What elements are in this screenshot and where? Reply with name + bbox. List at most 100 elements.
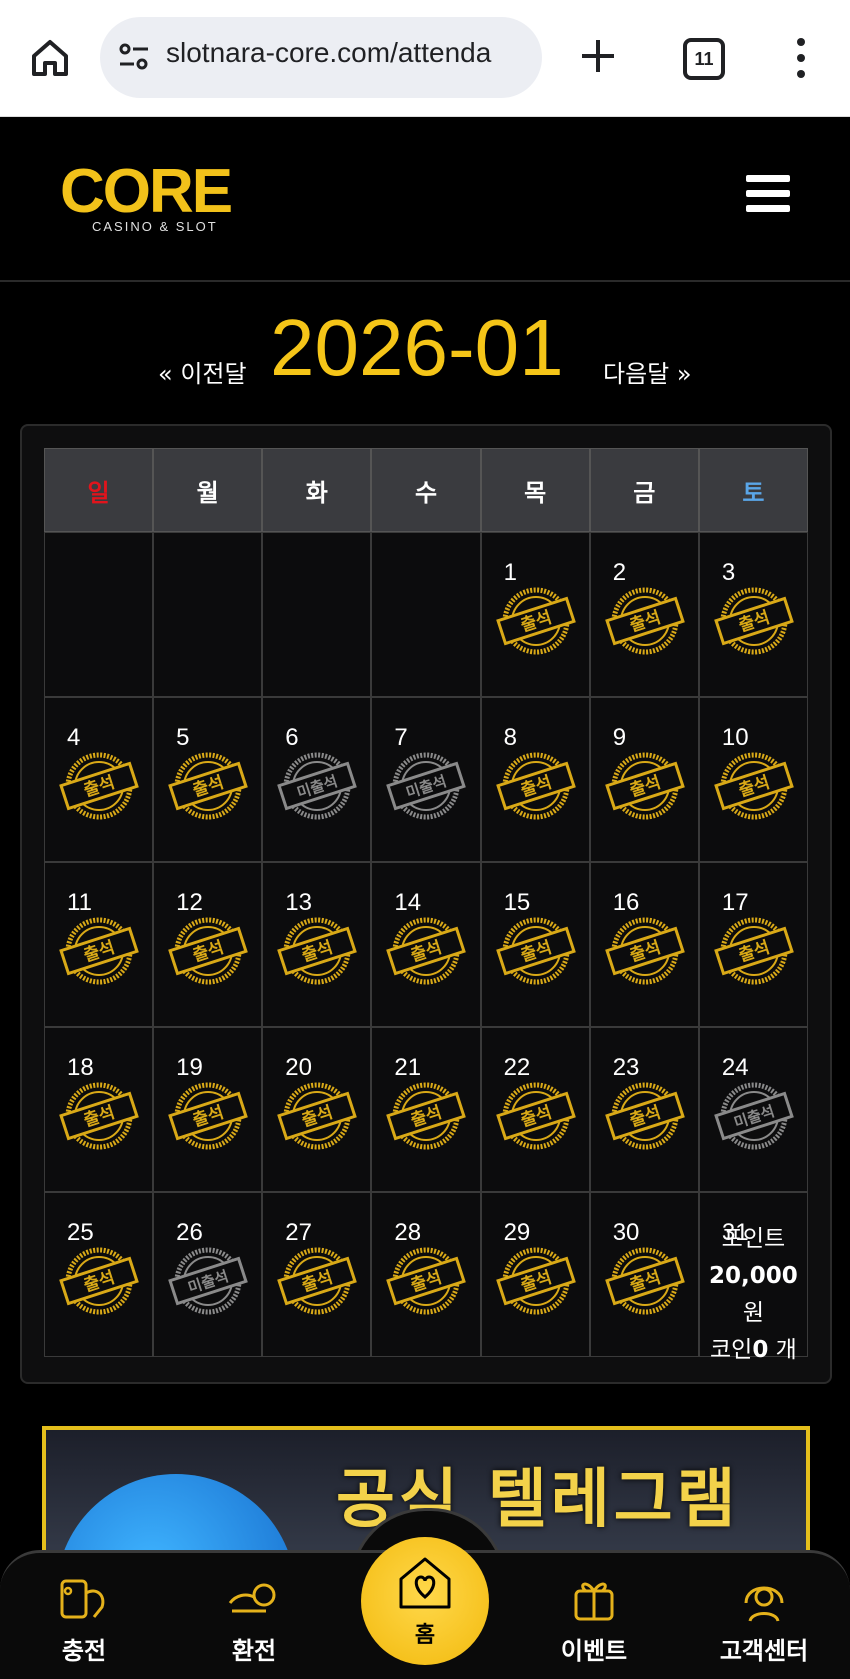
- coin-value: 0: [752, 1337, 769, 1363]
- more-menu-icon[interactable]: [786, 36, 816, 80]
- week-row: 4 출석 5 출석 6 미출석 7 미출석 8 출석 9 출석 10 출석: [44, 697, 808, 862]
- attended-stamp-icon: 출석: [59, 917, 139, 985]
- day-cell: 26 미출석: [153, 1192, 263, 1357]
- nav-home-button[interactable]: 홈: [361, 1537, 489, 1665]
- core-logo[interactable]: CORE CASINO & SLOT: [60, 157, 260, 247]
- home-icon[interactable]: [26, 34, 74, 82]
- missed-stamp-icon: 미출석: [714, 1082, 794, 1150]
- day-cell: 18 출석: [44, 1027, 154, 1192]
- day-cell: 14 출석: [371, 862, 481, 1027]
- hamburger-menu-icon[interactable]: [746, 175, 790, 215]
- point-label: 포인트: [721, 1226, 786, 1252]
- attended-stamp-icon: 출석: [168, 752, 248, 820]
- point-value: 20,000: [709, 1263, 798, 1289]
- weekday-thursday: 목: [480, 448, 590, 532]
- weekday-saturday: 토: [698, 448, 808, 532]
- site-settings-icon[interactable]: [116, 39, 152, 75]
- attended-stamp-icon: 출석: [495, 752, 576, 820]
- attended-stamp-icon: 출석: [604, 1082, 685, 1150]
- weekday-tuesday: 화: [262, 448, 372, 532]
- next-month-link[interactable]: 다음달 »: [603, 354, 692, 389]
- url-text: slotnara-core.com/attenda: [166, 37, 492, 68]
- prev-month-link[interactable]: « 이전달: [158, 354, 247, 389]
- week-row: 25 출석 26 미출석 27 출석 28 출석 29 출석 30 출석 31 …: [44, 1192, 808, 1363]
- day-cell: 23 출석: [589, 1027, 699, 1192]
- point-unit: 원: [742, 1300, 764, 1326]
- day-cell: 15 출석: [480, 862, 590, 1027]
- attended-stamp-icon: 출석: [386, 1082, 467, 1150]
- nav-withdraw[interactable]: 환전: [194, 1573, 314, 1666]
- attended-stamp-icon: 출석: [714, 917, 794, 985]
- nav-support[interactable]: 고객센터: [704, 1573, 824, 1666]
- day-cell: 28 출석: [371, 1192, 481, 1357]
- nav-deposit[interactable]: 충전: [24, 1573, 144, 1666]
- weekday-sunday: 일: [44, 448, 154, 532]
- attended-stamp-icon: 출석: [604, 1247, 685, 1315]
- day-cell: 13 출석: [262, 862, 372, 1027]
- day-cell: 19 출석: [153, 1027, 263, 1192]
- nav-withdraw-label: 환전: [231, 1637, 277, 1665]
- day-cell: 25 출석: [44, 1192, 154, 1357]
- day-cell: 29 출석: [480, 1192, 590, 1357]
- week-row: 18 출석 19 출석 20 출석 21 출석 22 출석 23 출석 24 미…: [44, 1027, 808, 1192]
- attended-stamp-icon: 출석: [59, 1247, 139, 1315]
- day-cell: 24 미출석: [698, 1027, 808, 1192]
- day-cell: 6 미출석: [262, 697, 372, 862]
- day-cell: 8 출석: [480, 697, 590, 862]
- logo-subtitle: CASINO & SLOT: [92, 219, 218, 234]
- day-cell: 2 출석: [589, 532, 699, 697]
- empty-day-cell: [44, 532, 154, 697]
- coin-unit: 개: [775, 1337, 797, 1363]
- day-cell: 16 출석: [589, 862, 699, 1027]
- attended-stamp-icon: 출석: [386, 1247, 467, 1315]
- points-summary: 포인트 20,000 원 코인0 개: [700, 1221, 807, 1369]
- nav-event-label: 이벤트: [560, 1637, 628, 1665]
- nav-home-label: 홈: [414, 1623, 436, 1648]
- attended-stamp-icon: 출석: [277, 917, 358, 985]
- week-row: 1 출석 2 출석 3 출석: [44, 532, 808, 697]
- week-row: 11 출석 12 출석 13 출석 14 출석 15 출석 16 출석 17 출…: [44, 862, 808, 1027]
- missed-stamp-icon: 미출석: [168, 1247, 248, 1315]
- day-cell: 20 출석: [262, 1027, 372, 1192]
- deposit-icon: [60, 1579, 105, 1619]
- attendance-calendar: 일 월 화 수 목 금 토 1 출석 2 출석 3 출석 4 출석 5 출석 6…: [20, 424, 832, 1384]
- attended-stamp-icon: 출석: [277, 1247, 358, 1315]
- attended-stamp-icon: 출석: [495, 587, 576, 655]
- empty-day-cell: [262, 532, 372, 697]
- day-cell: 10 출석: [698, 697, 808, 862]
- new-tab-icon[interactable]: [576, 34, 620, 78]
- attended-stamp-icon: 출석: [604, 587, 685, 655]
- weekday-monday: 월: [153, 448, 263, 532]
- site-header: CORE CASINO & SLOT: [0, 117, 850, 282]
- day-cell: 21 출석: [371, 1027, 481, 1192]
- coin-label: 코인: [710, 1337, 753, 1363]
- attended-stamp-icon: 출석: [495, 917, 576, 985]
- day-cell: 12 출석: [153, 862, 263, 1027]
- month-navigation: « 이전달 2026-01 다음달 »: [0, 300, 850, 400]
- attended-stamp-icon: 출석: [277, 1082, 358, 1150]
- attended-stamp-icon: 출석: [386, 917, 467, 985]
- nav-deposit-label: 충전: [61, 1637, 107, 1665]
- tab-switcher-button[interactable]: 11: [683, 38, 725, 80]
- day-cell: 9 출석: [589, 697, 699, 862]
- month-title: 2026-01: [270, 303, 564, 392]
- attended-stamp-icon: 출석: [604, 917, 685, 985]
- calendar-grid: 일 월 화 수 목 금 토 1 출석 2 출석 3 출석 4 출석 5 출석 6…: [44, 448, 808, 1363]
- weekday-wednesday: 수: [371, 448, 481, 532]
- day-cell: 3 출석: [698, 532, 808, 697]
- attended-stamp-icon: 출석: [168, 1082, 248, 1150]
- attended-stamp-icon: 출석: [495, 1082, 576, 1150]
- missed-stamp-icon: 미출석: [277, 752, 358, 820]
- day-cell: 1 출석: [480, 532, 590, 697]
- address-bar[interactable]: slotnara-core.com/attenda: [100, 17, 542, 98]
- day-cell: 7 미출석: [371, 697, 481, 862]
- nav-event[interactable]: 이벤트: [534, 1573, 654, 1666]
- day-cell: 22 출석: [480, 1027, 590, 1192]
- empty-day-cell: [371, 532, 481, 697]
- nav-support-label: 고객센터: [719, 1637, 809, 1665]
- day-cell: 30 출석: [589, 1192, 699, 1357]
- attended-stamp-icon: 출석: [168, 917, 248, 985]
- day-cell: 17 출석: [698, 862, 808, 1027]
- weekday-friday: 금: [589, 448, 699, 532]
- logo-text: CORE: [60, 157, 233, 226]
